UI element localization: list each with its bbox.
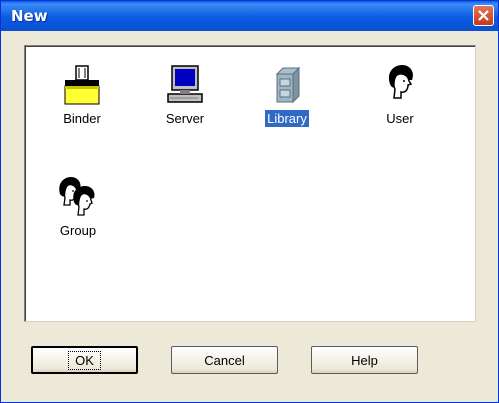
icon-label: Binder (63, 111, 101, 126)
window-title: New (11, 7, 48, 25)
close-icon (478, 10, 489, 21)
icon-label: User (386, 111, 414, 126)
icon-item-group[interactable]: Group (38, 174, 118, 239)
ok-button-label: OK (68, 350, 101, 370)
icon-label: Group (59, 223, 97, 238)
cancel-button-label: Cancel (204, 352, 245, 368)
group-heads-icon (59, 177, 95, 216)
icon-item-binder[interactable]: Binder (42, 64, 122, 127)
icon-item-server[interactable]: Server (145, 64, 225, 127)
icon-list-panel[interactable]: Binder Server Library User Group (24, 45, 476, 322)
ok-button[interactable]: OK (31, 346, 138, 374)
server-computer-icon (167, 65, 203, 103)
icon-label: Server (165, 111, 205, 126)
icon-label: Library (265, 110, 309, 127)
user-head-icon (388, 65, 413, 99)
new-dialog: New Binder Server Library User Group OK … (0, 0, 499, 403)
binder-icon (64, 65, 100, 105)
close-button[interactable] (473, 5, 494, 26)
icon-item-user[interactable]: User (360, 62, 440, 127)
library-cabinet-icon (275, 66, 301, 104)
cancel-button[interactable]: Cancel (171, 346, 278, 374)
title-bar[interactable]: New (1, 1, 498, 31)
help-button[interactable]: Help (311, 346, 418, 374)
icon-item-library[interactable]: Library (247, 64, 327, 127)
help-button-label: Help (351, 352, 378, 368)
